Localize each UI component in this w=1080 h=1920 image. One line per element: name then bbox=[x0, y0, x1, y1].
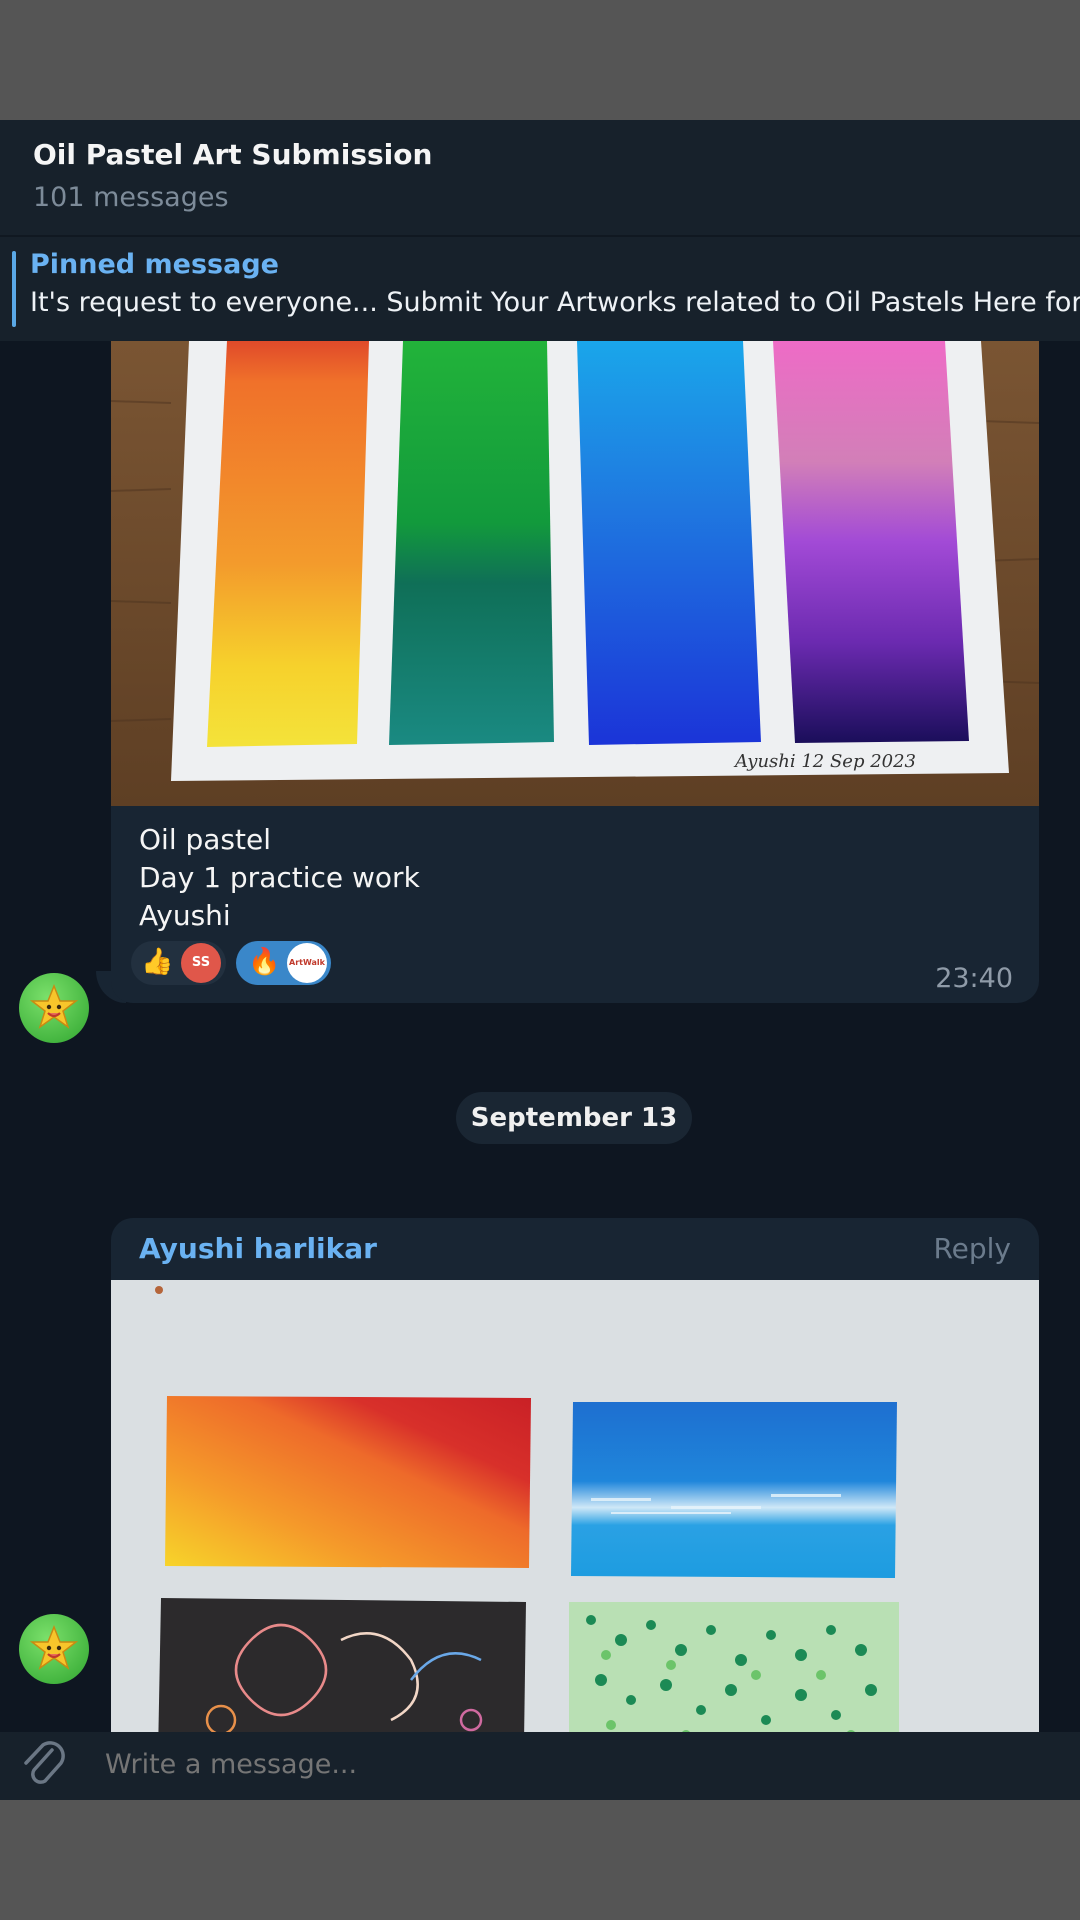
message-list[interactable]: Ayushi 12 Sep 2023 Oil pastel Day 1 prac… bbox=[0, 341, 1080, 1800]
message-time: 23:40 bbox=[935, 963, 1013, 994]
star-sticker-icon bbox=[29, 1624, 79, 1670]
chat-title: Oil Pastel Art Submission bbox=[33, 138, 433, 171]
pinned-label: Pinned message bbox=[30, 249, 279, 280]
chat-header[interactable]: Oil Pastel Art Submission 101 messages bbox=[0, 120, 1080, 237]
message-caption: Oil pastel Day 1 practice work Ayushi bbox=[139, 821, 420, 935]
reaction-thumbs-up[interactable]: 👍 SS bbox=[131, 941, 226, 985]
pinned-text: It's request to everyone... Submit Your … bbox=[30, 287, 1080, 318]
message-count: 101 messages bbox=[33, 182, 229, 213]
pastel-swatches-photo: Ayushi 12 Sep 2023 bbox=[111, 341, 1039, 806]
reactor-avatar: ArtWalk bbox=[287, 943, 327, 983]
message-input[interactable] bbox=[103, 1748, 1007, 1781]
thumbs-up-icon: 👍 bbox=[141, 947, 174, 977]
reaction-fire[interactable]: 🔥 ArtWalk bbox=[236, 941, 331, 985]
star-sticker-icon bbox=[29, 983, 79, 1029]
sender-name[interactable]: Ayushi harlikar bbox=[139, 1232, 377, 1265]
caption-line: Day 1 practice work bbox=[139, 861, 420, 894]
message-photo[interactable] bbox=[111, 1280, 1039, 1800]
date-separator: September 13 bbox=[456, 1092, 692, 1144]
reactor-avatar: SS bbox=[181, 943, 221, 983]
avatar[interactable] bbox=[19, 973, 89, 1043]
pinned-accent-bar bbox=[12, 251, 16, 327]
caption-line: Oil pastel bbox=[139, 823, 272, 856]
pinned-message[interactable]: Pinned message It's request to everyone.… bbox=[0, 237, 1080, 341]
message-bubble[interactable]: Ayushi harlikar Reply bbox=[111, 1218, 1039, 1800]
avatar[interactable] bbox=[19, 1614, 89, 1684]
message-composer bbox=[0, 1732, 1080, 1800]
attach-icon[interactable] bbox=[18, 1736, 68, 1800]
pastel-techniques-photo bbox=[111, 1280, 1039, 1800]
message-bubble[interactable]: Ayushi 12 Sep 2023 Oil pastel Day 1 prac… bbox=[111, 341, 1039, 1003]
chat-window: Oil Pastel Art Submission 101 messages P… bbox=[0, 120, 1080, 1800]
photo-signature: Ayushi 12 Sep 2023 bbox=[733, 751, 916, 772]
caption-line: Ayushi bbox=[139, 899, 231, 932]
fire-icon: 🔥 bbox=[248, 947, 281, 977]
reply-button[interactable]: Reply bbox=[933, 1232, 1011, 1265]
message-photo[interactable]: Ayushi 12 Sep 2023 bbox=[111, 341, 1039, 806]
